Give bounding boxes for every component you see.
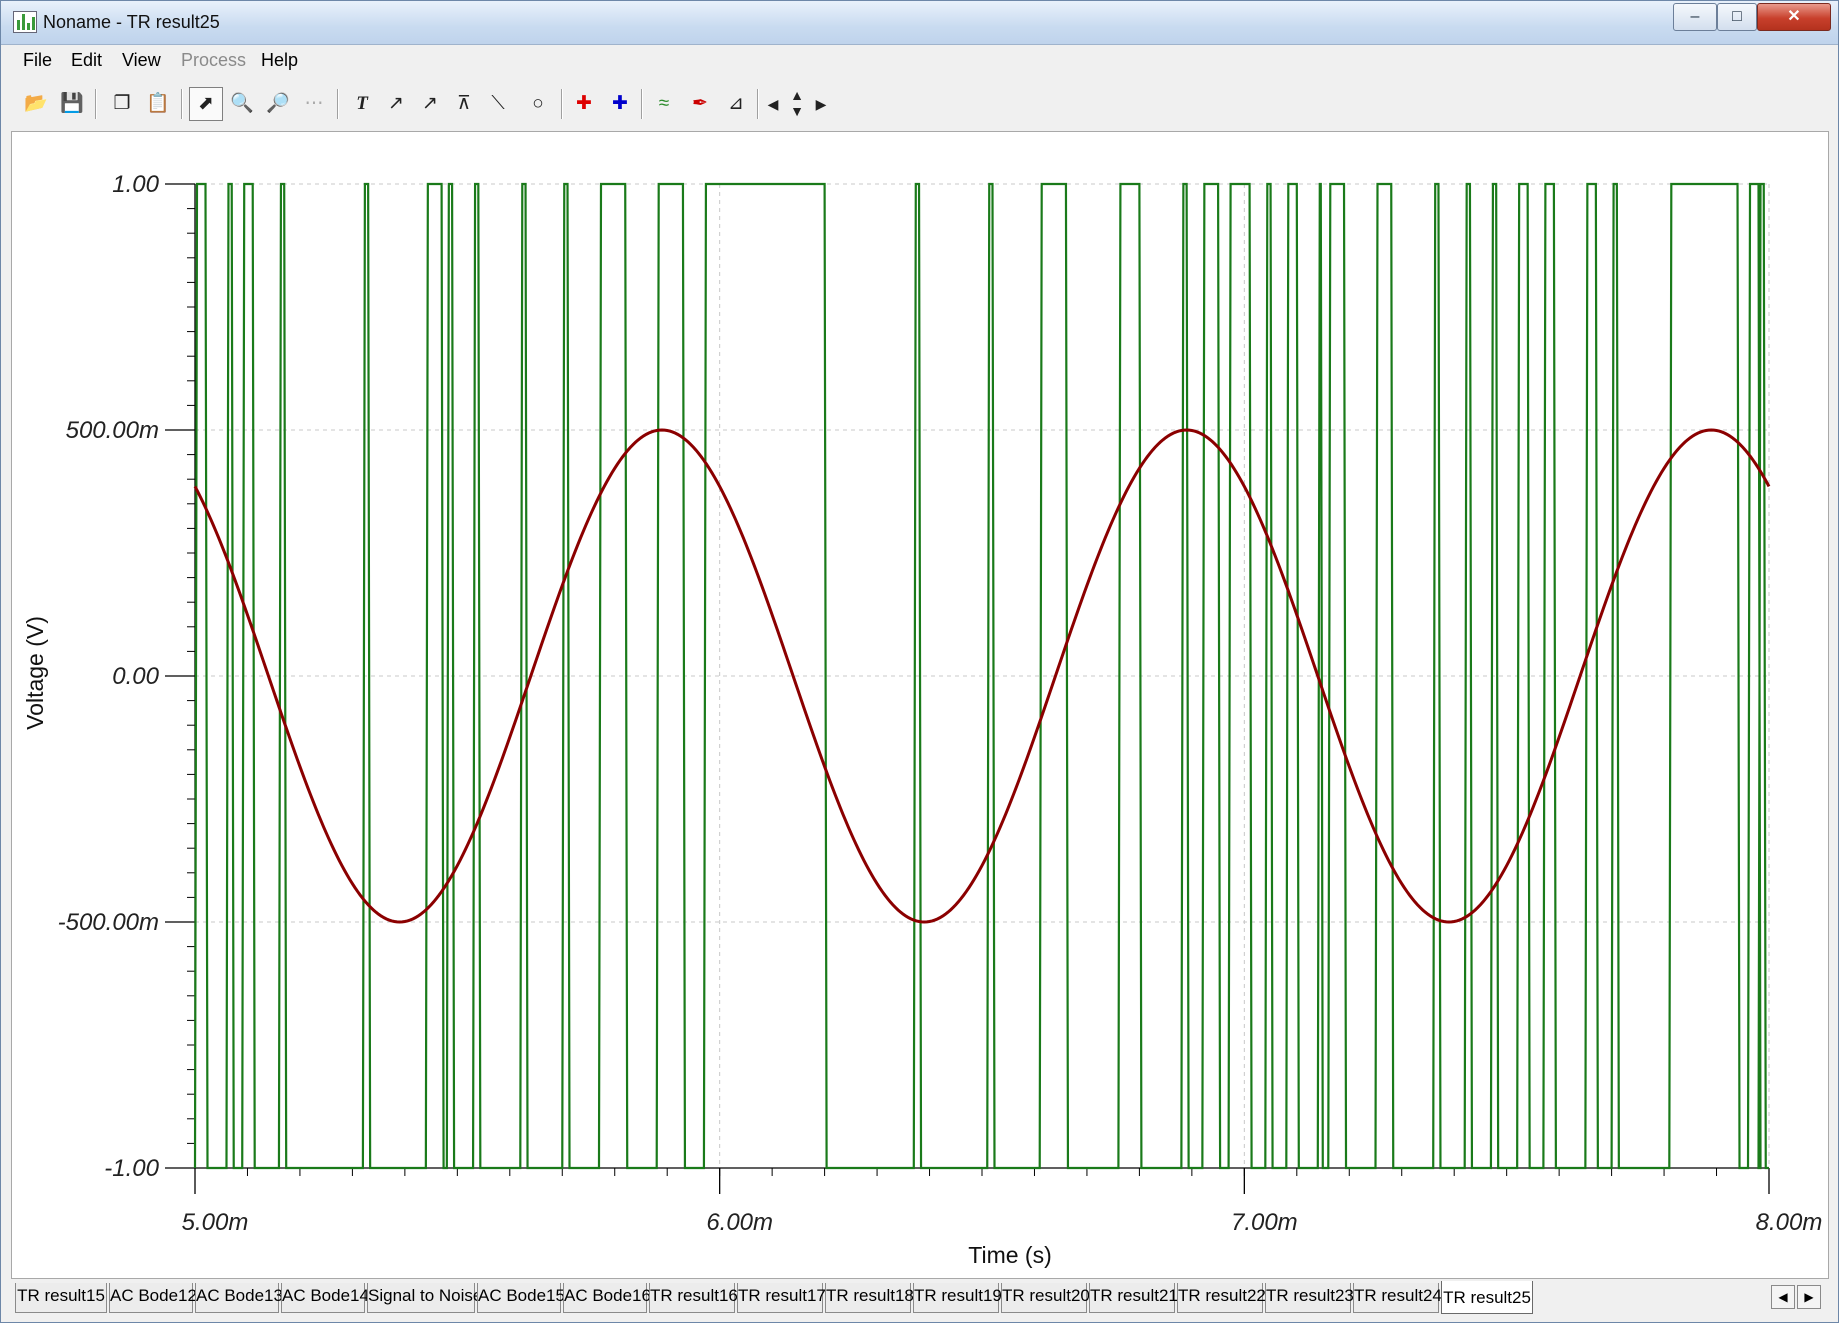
marker-icon[interactable]: ⊿: [719, 87, 753, 121]
plot-area[interactable]: 1.00 500.00m 0.00 -500.00m -1.00 5.00m 6.00m 7.…: [11, 131, 1829, 1279]
curve-label-2-icon[interactable]: ↗: [413, 87, 447, 121]
curve-label-3-icon[interactable]: ⊼: [447, 87, 481, 121]
tab-ac-bode14[interactable]: AC Bode14: [281, 1283, 369, 1313]
menu-process[interactable]: Process: [181, 50, 246, 71]
cursor-a-icon[interactable]: ✚: [567, 87, 601, 121]
tab-tr-result21[interactable]: TR result21: [1089, 1283, 1178, 1313]
title-bar[interactable]: Noname - TR result25 – □ ✕: [1, 1, 1838, 45]
menu-file[interactable]: File: [23, 50, 52, 71]
scroll-left-icon[interactable]: ◀: [761, 87, 785, 121]
tab-tr-result17[interactable]: TR result17: [737, 1283, 826, 1313]
pointer-icon[interactable]: ⬈: [189, 87, 223, 121]
menu-edit[interactable]: Edit: [71, 50, 102, 71]
zoom-100-icon[interactable]: 🔎: [261, 87, 295, 121]
tab-tr-result22[interactable]: TR result22: [1177, 1283, 1266, 1313]
cursor-b-icon[interactable]: ✚: [603, 87, 637, 121]
tab-tr-result19[interactable]: TR result19: [913, 1283, 1002, 1313]
tab-tr-result24[interactable]: TR result24: [1353, 1283, 1442, 1313]
tab-ac-bode16[interactable]: AC Bode16: [563, 1283, 651, 1313]
x-tick-label: 8.00m: [1756, 1209, 1823, 1236]
tab-tr-result23[interactable]: TR result23: [1265, 1283, 1354, 1313]
maximize-button[interactable]: □: [1717, 3, 1757, 31]
tab-tr-result15[interactable]: TR result15: [15, 1283, 107, 1313]
paste-icon[interactable]: 📋: [141, 87, 175, 121]
toolbar: 📂 💾 ❐ 📋 ⬈ 🔍 🔎 ⋯ T ↗ ↗ ⊼ ⟍ ○ ✚ ✚ ≈ ✒ ⊿ ◀ …: [11, 81, 1831, 129]
x-tick-label: 6.00m: [706, 1209, 773, 1236]
y-tick-label: -1.00: [104, 1155, 159, 1182]
tab-tr-result25[interactable]: TR result25: [1441, 1281, 1533, 1314]
scroll-right-icon[interactable]: ▶: [809, 87, 833, 121]
scroll-updown-icon[interactable]: ▲ ▼: [785, 87, 809, 121]
tab-tr-result18[interactable]: TR result18: [825, 1283, 914, 1313]
zoom-in-icon[interactable]: 🔍: [225, 87, 259, 121]
line-icon[interactable]: ⟍: [481, 87, 515, 121]
copy-icon[interactable]: ❐: [105, 87, 139, 121]
tab-tr-result16[interactable]: TR result16: [649, 1283, 738, 1313]
tab-ac-bode13[interactable]: AC Bode13: [195, 1283, 283, 1313]
tab-signal-to-noise1[interactable]: Signal to Noise1: [367, 1283, 492, 1313]
result-tabs: TR result15 AC Bode12 AC Bode13 AC Bode14 Si…: [11, 1281, 1829, 1315]
circle-icon[interactable]: ○: [521, 87, 555, 121]
tab-scroll-right-icon[interactable]: ▶: [1797, 1285, 1821, 1309]
y-tick-label: -500.00m: [58, 909, 159, 936]
minimize-button[interactable]: –: [1673, 3, 1717, 31]
y-axis-label: Voltage (V): [22, 616, 48, 730]
toolbar-separator: [641, 89, 643, 119]
y-tick-label: 500.00m: [66, 417, 159, 444]
toolbar-separator: [181, 89, 183, 119]
toolbar-separator: [95, 89, 97, 119]
tab-tr-result20[interactable]: TR result20: [1001, 1283, 1090, 1313]
save-icon[interactable]: 💾: [55, 87, 89, 121]
axes-layer: 1.00 500.00m 0.00 -500.00m -1.00 5.00m 6.00m 7.…: [58, 171, 1823, 1236]
tab-ac-bode12[interactable]: AC Bode12: [109, 1283, 197, 1313]
close-button[interactable]: ✕: [1757, 3, 1831, 31]
tab-ac-bode15[interactable]: AC Bode15: [477, 1283, 565, 1313]
probe-icon[interactable]: ✒: [683, 87, 717, 121]
app-window: Noname - TR result25 – □ ✕ File Edit Vie…: [0, 0, 1839, 1323]
toolbar-separator: [757, 89, 759, 119]
text-icon[interactable]: T: [345, 87, 379, 121]
x-tick-label: 7.00m: [1231, 1209, 1298, 1236]
toolbar-separator: [337, 89, 339, 119]
x-axis-label: Time (s): [968, 1242, 1051, 1268]
menu-help[interactable]: Help: [261, 50, 298, 71]
grid-icon[interactable]: ⋯: [297, 87, 331, 121]
window-title: Noname - TR result25: [43, 12, 220, 32]
tab-scroll-left-icon[interactable]: ◀: [1771, 1285, 1795, 1309]
grid-layer: [194, 183, 1770, 1169]
menu-view[interactable]: View: [122, 50, 161, 71]
open-icon[interactable]: 📂: [19, 87, 53, 121]
chart-svg[interactable]: 1.00 500.00m 0.00 -500.00m -1.00 5.00m 6.00m 7.…: [12, 132, 1828, 1278]
add-curve-icon[interactable]: ≈: [647, 87, 681, 121]
app-icon: [13, 11, 37, 33]
curve-label-icon[interactable]: ↗: [379, 87, 413, 121]
y-tick-label: 1.00: [112, 171, 159, 198]
toolbar-separator: [561, 89, 563, 119]
x-tick-label: 5.00m: [182, 1209, 249, 1236]
y-tick-label: 0.00: [112, 663, 159, 690]
labels-layer: Time (s) Voltage (V): [22, 616, 1052, 1268]
menu-bar: File Edit View Process Help: [11, 47, 1831, 77]
